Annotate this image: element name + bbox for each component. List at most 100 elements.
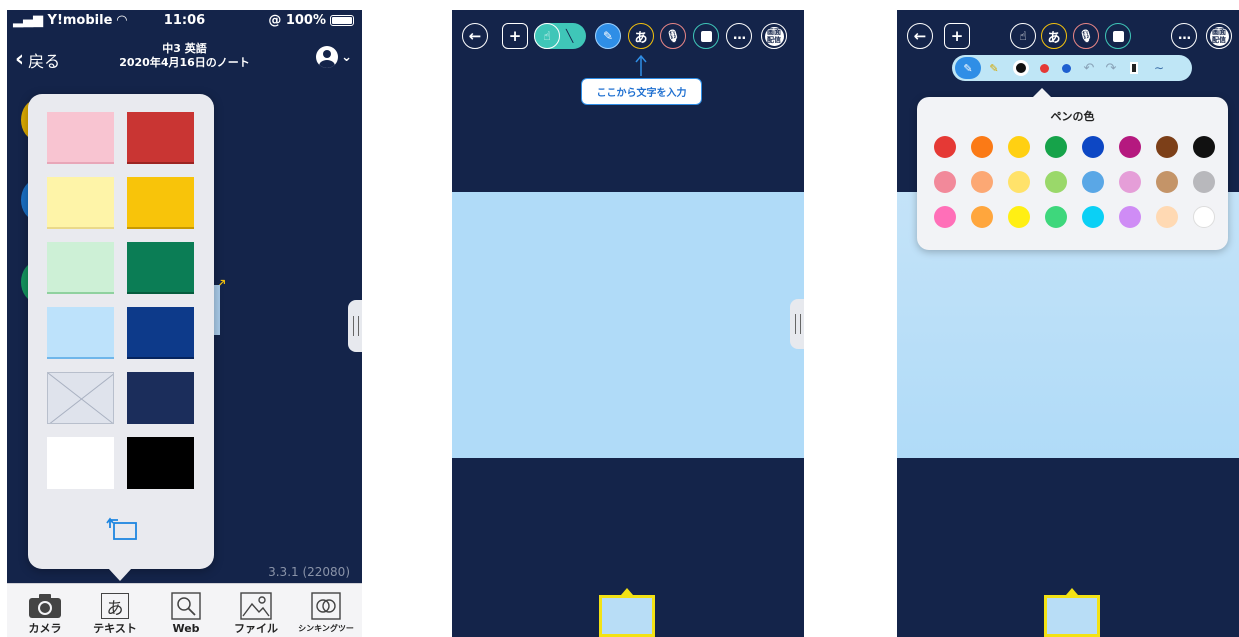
pen-color-swatch[interactable]	[1156, 136, 1178, 158]
card-thumbnail[interactable]	[599, 588, 655, 637]
card-canvas[interactable]	[452, 192, 804, 458]
pen-color-swatch[interactable]	[971, 136, 993, 158]
pen-color-blue[interactable]	[1056, 55, 1076, 81]
phone-screen-card-color: ▂▄▆ Y!mobile ◠ 11:06 @ 100% ‹ 戻る 中3 英語 2…	[7, 10, 362, 637]
pen-color-swatch[interactable]	[1156, 206, 1178, 228]
pen-color-swatch[interactable]	[1045, 136, 1067, 158]
arrow-left-icon: ←	[913, 27, 927, 45]
arrow-left-icon: ←	[468, 27, 482, 45]
eraser-icon[interactable]	[1124, 55, 1144, 81]
pen-color-swatch[interactable]	[1156, 171, 1178, 193]
pen-color-swatch[interactable]	[1193, 136, 1215, 158]
voice-tool-button[interactable]: 🎙	[1073, 23, 1099, 49]
chevron-down-icon: ⌄	[341, 49, 352, 65]
pen-color-swatch[interactable]	[1193, 171, 1215, 193]
status-bar: ▂▄▆ Y!mobile ◠ 11:06 @ 100%	[7, 10, 362, 32]
voice-tool-button[interactable]: 🎙	[660, 23, 686, 49]
card-color-green[interactable]	[127, 242, 194, 294]
card-color-dark-navy[interactable]	[127, 372, 194, 424]
stroke-width-icon[interactable]: ∼	[1148, 55, 1170, 81]
back-button[interactable]: ←	[907, 23, 933, 49]
tab-file[interactable]: ファイル	[225, 590, 287, 635]
pen-color-swatch[interactable]	[971, 171, 993, 193]
card-color-popover	[28, 94, 214, 581]
pen-color-swatch[interactable]	[934, 136, 956, 158]
redo-icon[interactable]: ↷	[1101, 55, 1121, 81]
no-color-cross-icon	[48, 373, 113, 423]
version-label: 3.3.1 (22080)	[268, 565, 350, 579]
tab-camera[interactable]: カメラ	[14, 590, 76, 635]
more-button[interactable]: …	[1171, 23, 1197, 49]
pen-color-red[interactable]	[1034, 55, 1054, 81]
pen-color-popover: ペンの色	[917, 88, 1228, 250]
tab-web[interactable]: Web	[155, 590, 217, 635]
pen-color-swatch[interactable]	[1082, 171, 1104, 193]
pen-color-swatch[interactable]	[1045, 171, 1067, 193]
card-color-none[interactable]	[47, 372, 114, 424]
pen-color-swatch[interactable]	[971, 206, 993, 228]
pen-color-swatch[interactable]	[934, 206, 956, 228]
card-color-white[interactable]	[47, 437, 114, 489]
pen-color-swatch[interactable]	[1119, 206, 1141, 228]
card-color-black[interactable]	[127, 437, 194, 489]
web-search-icon	[171, 592, 201, 620]
hand-pointer-icon: ☝	[1019, 29, 1027, 43]
nav-bar: ‹ 戻る 中3 英語 2020年4月16日のノート ⌄	[7, 40, 362, 80]
card-color-red[interactable]	[127, 112, 194, 164]
card-thumbnail[interactable]	[1044, 588, 1100, 637]
more-button[interactable]: …	[726, 23, 752, 49]
text-tool-button[interactable]: あ	[628, 23, 654, 49]
pen-tool-button[interactable]: ✎	[595, 23, 621, 49]
card-color-gold[interactable]	[127, 177, 194, 229]
card-color-light-yellow[interactable]	[47, 177, 114, 229]
square-icon	[700, 30, 712, 42]
pen-color-swatch[interactable]	[1193, 206, 1215, 228]
tab-thinking-tool[interactable]: シンキングツール	[295, 590, 357, 637]
undo-icon[interactable]: ↶	[1079, 55, 1099, 81]
screen-broadcast-button[interactable]: 画面 配信	[761, 23, 787, 49]
pen-color-swatch[interactable]	[1008, 171, 1030, 193]
user-menu-button[interactable]: ⌄	[316, 46, 352, 68]
add-button[interactable]: +	[502, 23, 528, 49]
tool-mode-toggle[interactable]: ☝ ╲	[534, 23, 586, 49]
pen-color-swatch[interactable]	[1008, 206, 1030, 228]
pen-color-title: ペンの色	[1050, 110, 1095, 123]
hand-tool-button[interactable]: ☝	[1010, 23, 1036, 49]
pen-icon: ✎	[602, 29, 614, 43]
shape-tool-button[interactable]	[1105, 23, 1131, 49]
text-icon: あ	[101, 593, 129, 619]
broadcast-icon: 画面 配信	[1209, 26, 1229, 46]
broadcast-icon: 画面 配信	[764, 26, 784, 46]
thinking-tool-icon	[311, 592, 341, 620]
pen-color-grid	[934, 136, 1215, 228]
tab-text[interactable]: あ テキスト	[84, 590, 146, 635]
pen-color-selected[interactable]	[1010, 55, 1032, 81]
rotate-card-icon[interactable]	[105, 514, 139, 542]
add-button[interactable]: +	[944, 23, 970, 49]
pen-color-swatch[interactable]	[1045, 206, 1067, 228]
screen-broadcast-button[interactable]: 画面 配信	[1206, 23, 1232, 49]
pen-color-swatch[interactable]	[1008, 136, 1030, 158]
phone-screen-text-input-hint: ← + ☝ ╲ ✎ あ 🎙 … 画面 配信 ここから文字を入力	[452, 10, 804, 637]
pen-color-swatch[interactable]	[1082, 136, 1104, 158]
pen-color-swatch[interactable]	[934, 171, 956, 193]
pen-color-swatch[interactable]	[1082, 206, 1104, 228]
highlighter-button[interactable]: ✎	[983, 55, 1005, 81]
battery-indicator: @ 100%	[268, 13, 354, 28]
image-file-icon	[240, 592, 272, 620]
card-thumbnail	[213, 285, 220, 335]
card-color-pink[interactable]	[47, 112, 114, 164]
back-button[interactable]: ←	[462, 23, 488, 49]
card-color-navy[interactable]	[127, 307, 194, 359]
pen-color-swatch[interactable]	[1119, 171, 1141, 193]
card-color-light-green[interactable]	[47, 242, 114, 294]
camera-icon	[29, 594, 61, 618]
side-drawer-handle[interactable]	[348, 300, 362, 352]
pen-options-toolbar: ✎ ✎ ↶ ↷ ∼	[952, 55, 1192, 81]
text-tool-button[interactable]: あ	[1041, 23, 1067, 49]
side-drawer-handle[interactable]	[790, 299, 804, 349]
pen-color-swatch[interactable]	[1119, 136, 1141, 158]
card-color-light-blue[interactable]	[47, 307, 114, 359]
shape-tool-button[interactable]	[693, 23, 719, 49]
plus-icon: +	[950, 27, 964, 45]
